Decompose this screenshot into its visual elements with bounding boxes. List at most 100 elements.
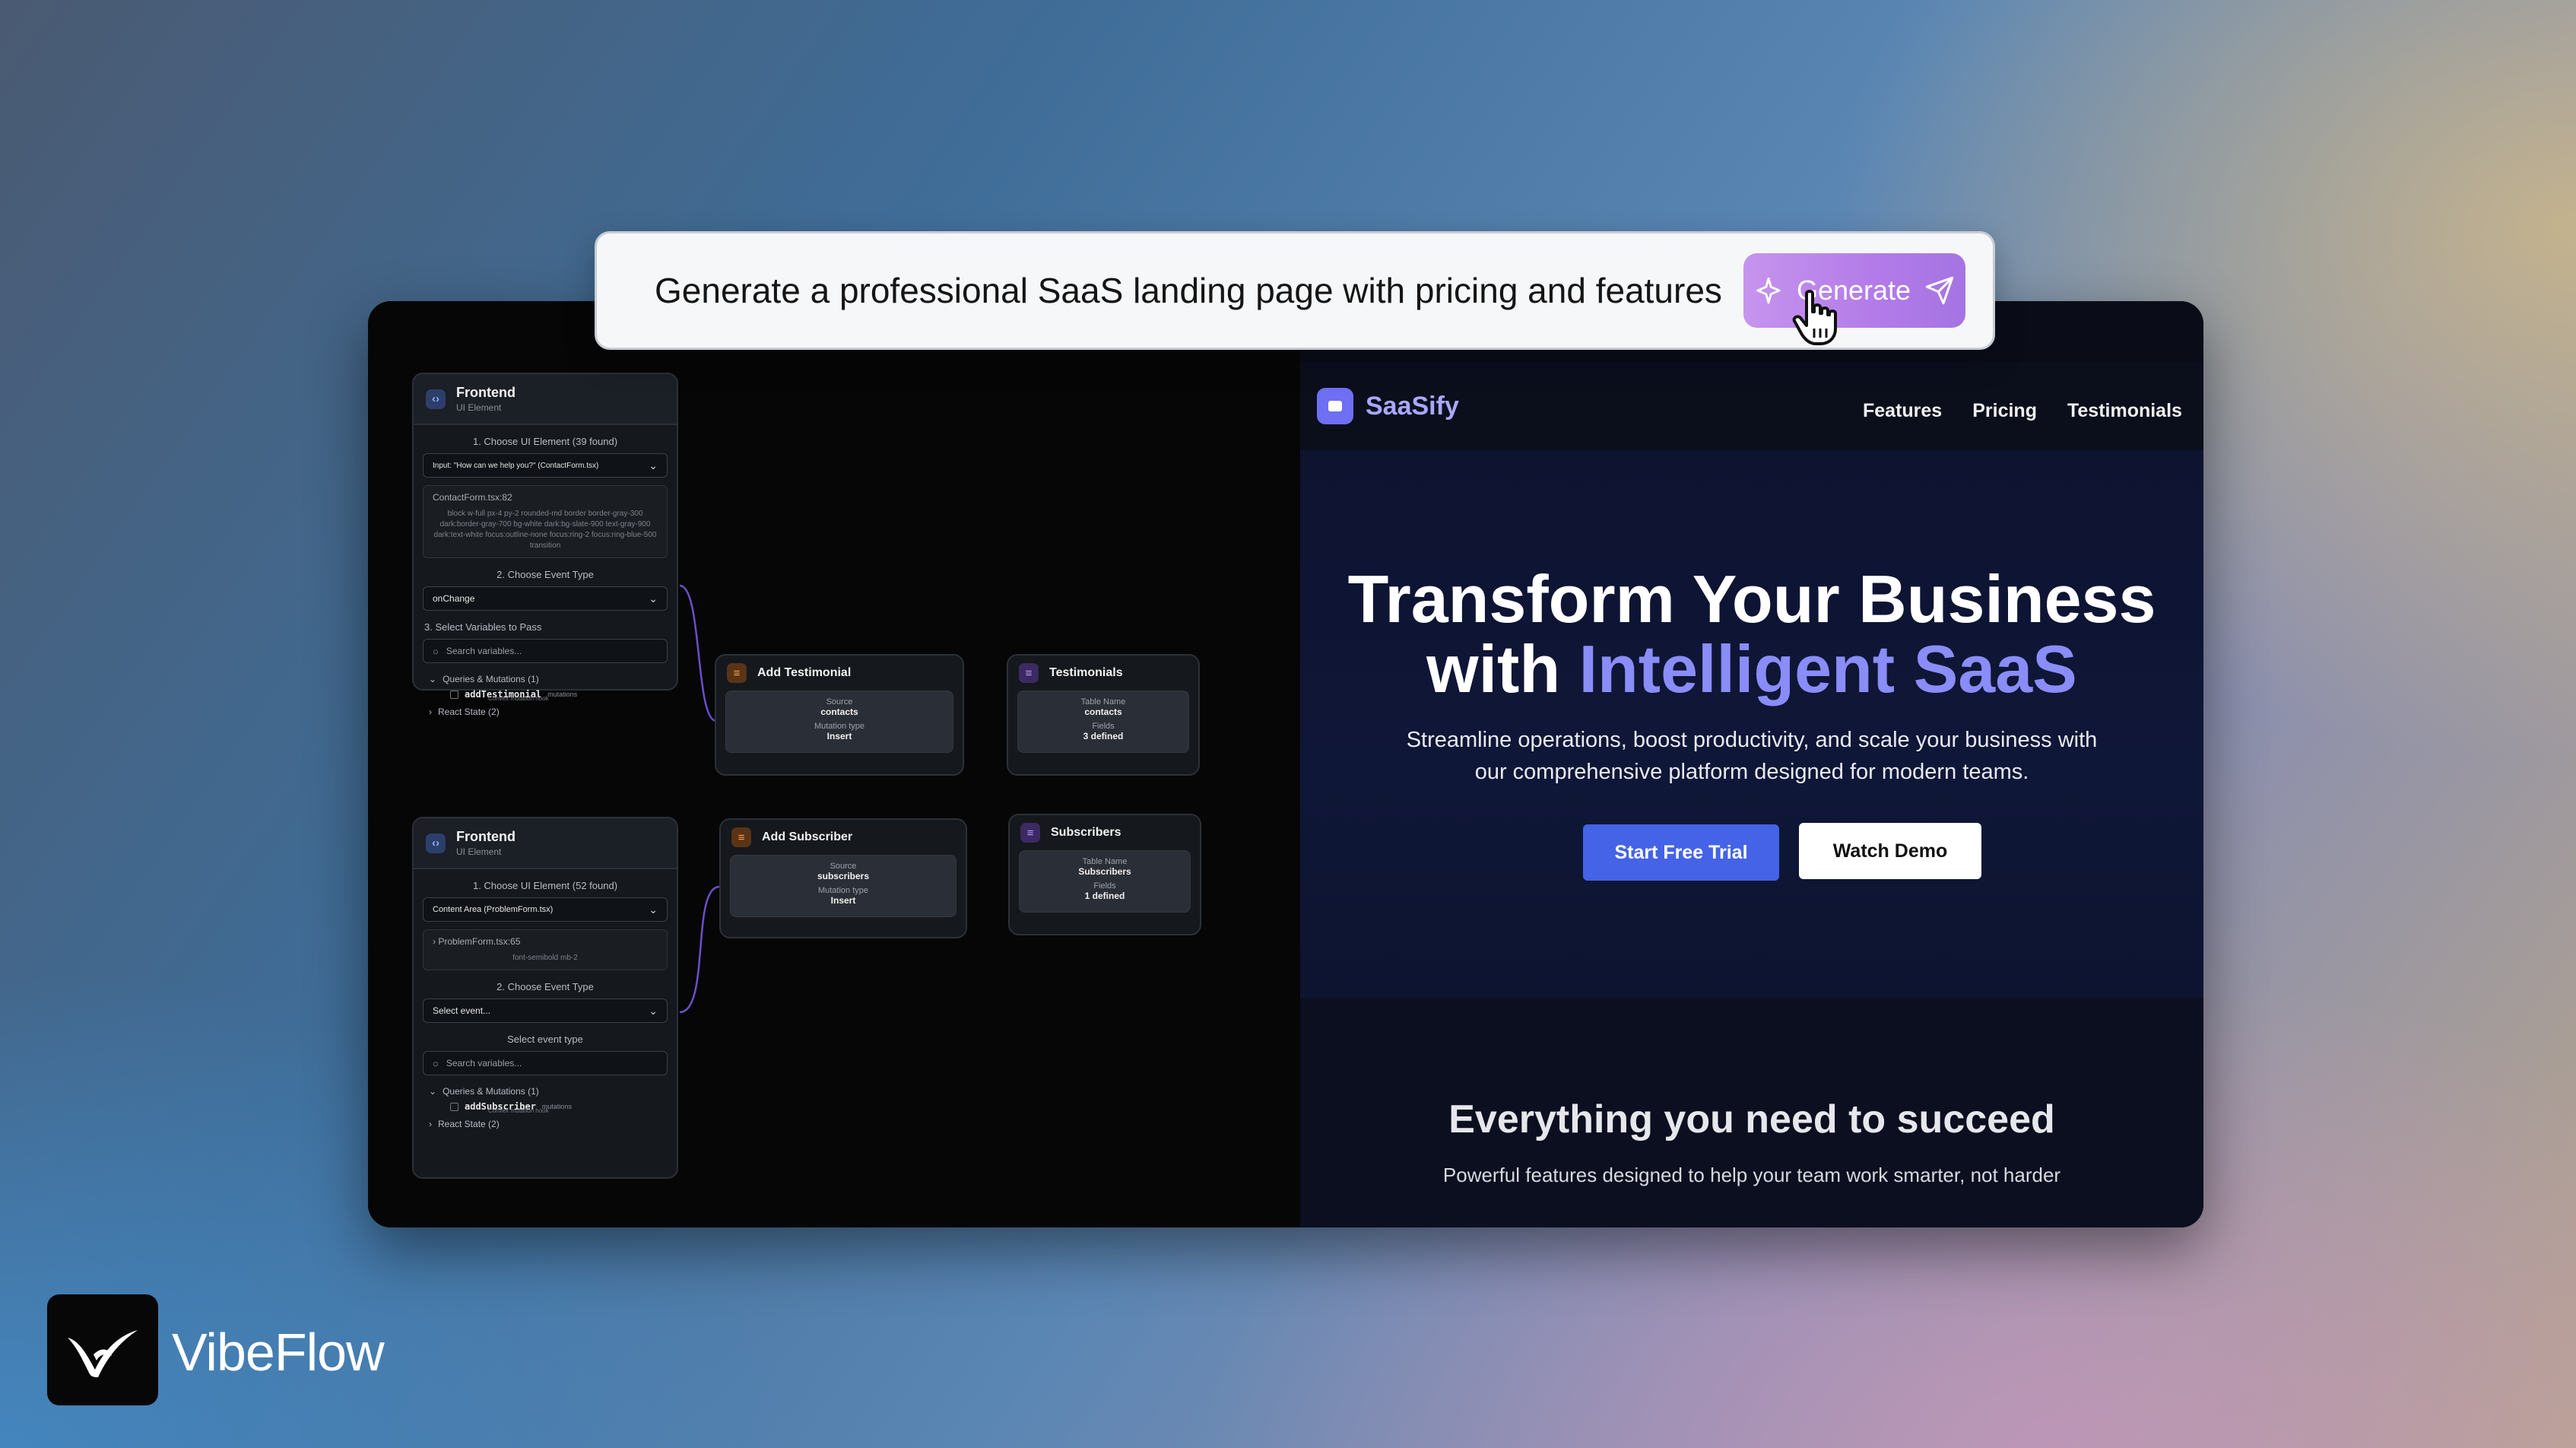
tree-group-react-state[interactable]: › React State (2) [429,1119,661,1129]
mutation-node-add-subscriber[interactable]: ≡ Add Subscriber Source subscribers Muta… [719,818,967,938]
features-section: Everything you need to succeed Powerful … [1300,998,2203,1227]
table-node-subscribers[interactable]: ≡ Subscribers Table Name Subscribers Fie… [1008,814,1201,935]
workflow-canvas[interactable]: ‹› Frontend UI Element 1. Choose UI Elem… [368,301,1300,1227]
chevron-down-icon: ⌄ [429,674,437,684]
table-node-testimonials[interactable]: ≡ Testimonials Table Name contacts Field… [1007,654,1200,776]
features-subtitle: Powerful features designed to help your … [1442,1164,2061,1186]
checkbox[interactable] [450,1102,458,1111]
search-icon: ○ [433,645,439,657]
fields-label: Fields [1092,722,1115,731]
source-classes: font-semibold mb-2 [512,954,578,962]
fields-label: Fields [1093,881,1116,891]
variable-tree: ⌄ Queries & Mutations (1) addSubscriber m… [414,1075,677,1140]
search-placeholder: Search variables... [446,646,522,656]
variable-tree: ⌄ Queries & Mutations (1) addTestimonial … [414,663,677,728]
nav-link-pricing[interactable]: Pricing [1972,400,2037,422]
nav-link-features[interactable]: Features [1863,400,1942,422]
mutation-node-add-testimonial[interactable]: ≡ Add Testimonial Source contacts Mutati… [715,654,964,776]
ui-element-select[interactable]: Input: "How can we help you?" (ContactFo… [423,453,668,478]
event-type-select[interactable]: Select event... ⌄ [423,999,668,1023]
node-title: Frontend [456,385,516,400]
source-file: › ProblemForm.tsx:65 [433,936,658,947]
node-title: Frontend [456,829,516,844]
hero-line-2-accent: Intelligent SaaS [1578,631,2077,707]
hero-section: Transform Your Business with Intelligent… [1300,450,2203,998]
group-label: Queries & Mutations (1) [443,1086,539,1097]
app-window: ‹› Frontend UI Element 1. Choose UI Elem… [368,301,2203,1227]
chevron-right-icon: › [429,1119,432,1129]
mutation-type-label: Mutation type [814,722,865,731]
step-label: 1. Choose UI Element (39 found) [472,436,618,447]
mutation-type-value: Insert [830,895,856,906]
node-title: Subscribers [1051,826,1121,839]
node-title: Testimonials [1049,666,1123,679]
brand-name: SaaSify [1366,391,1459,421]
event-type-value: onChange [433,593,475,604]
code-icon: ‹› [426,389,446,409]
node-details: Table Name Subscribers Fields 1 defined [1019,850,1191,913]
chevron-down-icon: ⌄ [649,1004,658,1017]
node-subtitle: UI Element [456,402,502,413]
source-file-name: ProblemForm.tsx:65 [438,936,521,947]
start-free-trial-button[interactable]: Start Free Trial [1583,824,1779,881]
hero-line-1: Transform Your Business [1347,561,2156,637]
site-preview: SaaSify Features Pricing Testimonials Co… [1300,301,2203,1227]
tree-group-react-state[interactable]: › React State (2) [429,707,661,717]
chevron-down-icon: ⌄ [429,1086,437,1097]
group-label: Queries & Mutations (1) [443,674,539,684]
mutation-type-value: Insert [826,731,852,741]
source-value: subscribers [817,871,870,881]
step-label: Select event type [507,1034,583,1045]
mutation-hint: Convex mutation hook [488,1107,549,1114]
watch-demo-button[interactable]: Watch Demo [1799,823,1981,879]
node-title: Add Testimonial [757,666,852,679]
code-preview: ContactForm.tsx:82 block w-full px-4 py-… [423,485,668,558]
site-navbar: SaaSify Features Pricing Testimonials Co [1300,362,2203,451]
site-nav-links: Features Pricing Testimonials Co [1863,400,2203,422]
event-type-value: Select event... [433,1005,491,1016]
node-title: Add Subscriber [762,830,853,843]
fields-value: 1 defined [1084,891,1125,901]
step-label: 2. Choose Event Type [496,981,594,992]
vibeflow-logo [47,1294,158,1405]
tree-group-queries[interactable]: ⌄ Queries & Mutations (1) [429,1086,661,1097]
variable-search-input[interactable]: ○ Search variables... [423,639,668,663]
source-label: Source [830,862,857,871]
step-label: 1. Choose UI Element (52 found) [472,880,618,891]
hero-headline: Transform Your Business with Intelligent… [1300,564,2203,704]
prompt-bar[interactable]: Generate a professional SaaS landing pag… [595,231,1995,350]
tree-group-queries[interactable]: ⌄ Queries & Mutations (1) [429,674,661,684]
fields-value: 3 defined [1083,731,1124,741]
table-icon: ≡ [1020,823,1040,843]
vibeflow-logo-mark [68,1330,138,1377]
mutation-type-label: Mutation type [817,886,869,895]
source-label: Source [826,697,853,707]
frontend-node-problem[interactable]: ‹› Frontend UI Element 1. Choose UI Elem… [412,817,678,1179]
table-name-value: contacts [1084,707,1122,717]
sparkle-icon [1756,277,1781,304]
search-placeholder: Search variables... [446,1058,522,1069]
checkbox[interactable] [450,690,458,699]
generate-button[interactable]: Generate [1743,253,1965,328]
event-type-select[interactable]: onChange ⌄ [423,586,668,611]
source-classes: block w-full px-4 py-2 rounded-md border… [433,510,657,550]
step-label: 3. Select Variables to Pass [424,621,542,633]
variable-search-input[interactable]: ○ Search variables... [423,1051,668,1075]
group-label: React State (2) [438,707,500,717]
frontend-node-contact[interactable]: ‹› Frontend UI Element 1. Choose UI Elem… [412,373,678,717]
ui-element-select[interactable]: Content Area (ProblemForm.tsx) ⌄ [423,897,668,922]
hand-cursor-icon [1792,290,1837,345]
source-value: contacts [820,707,858,717]
ui-element-value: Input: "How can we help you?" (ContactFo… [433,461,599,470]
prompt-input[interactable]: Generate a professional SaaS landing pag… [655,270,1722,311]
database-icon: ≡ [727,663,747,683]
vibeflow-brand-name: VibeFlow [172,1323,385,1382]
database-icon: ≡ [731,827,751,847]
hero-subtext: Streamline operations, boost productivit… [1406,728,2098,784]
code-icon: ‹› [426,833,446,853]
nav-link-testimonials[interactable]: Testimonials [2067,400,2182,422]
site-brand[interactable]: SaaSify [1317,388,1459,424]
chevron-right-icon: › [429,707,432,717]
ui-element-value: Content Area (ProblemForm.tsx) [433,905,554,914]
mutation-tag: mutations [547,691,578,698]
